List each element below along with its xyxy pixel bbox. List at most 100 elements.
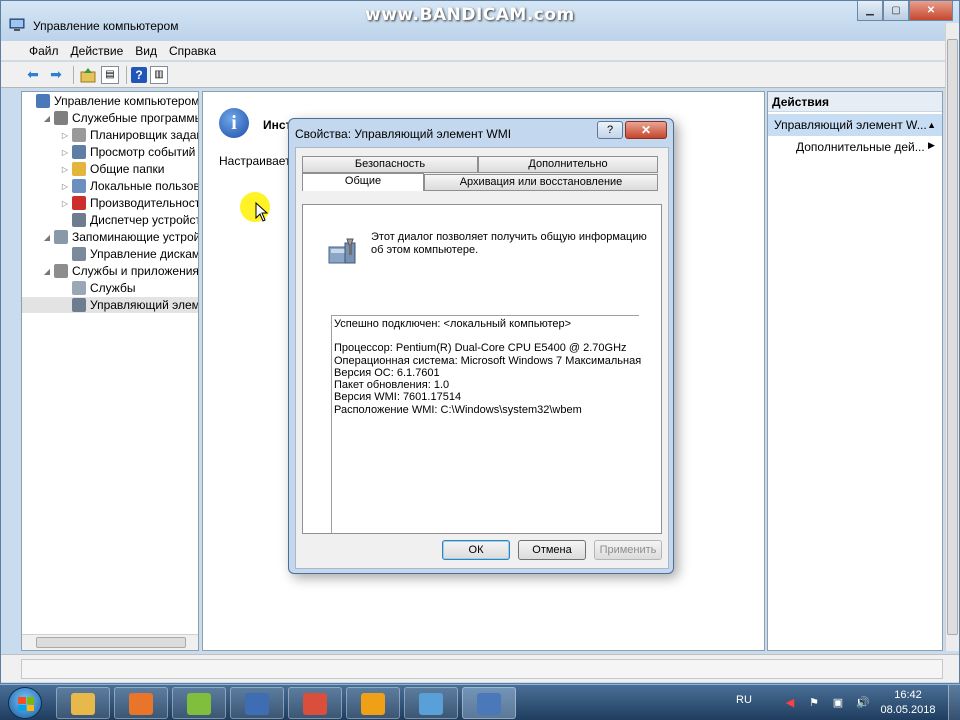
bluestacks-icon <box>187 693 211 715</box>
tree-item[interactable]: Управление компьютером (л <box>22 93 198 109</box>
actions-group-label: Управляющий элемент W... <box>774 118 927 132</box>
menu-action[interactable]: Действие <box>71 44 124 58</box>
mouse-cursor-icon <box>255 202 269 222</box>
help-icon[interactable]: ? <box>131 66 147 83</box>
tree-item[interactable]: ▷ Планировщик заданий <box>22 127 198 143</box>
taskbar-button-media-player[interactable] <box>114 687 168 719</box>
show-hide-action-pane-icon[interactable]: ▥ <box>150 65 168 84</box>
tree-item[interactable]: Управление дисками <box>22 246 198 262</box>
tree-item[interactable]: ▷ Общие папки <box>22 161 164 177</box>
tree-item[interactable]: ▷ Просмотр событий <box>22 144 195 160</box>
tree-item-label: Службы и приложения <box>72 264 199 278</box>
taskbar-button-bluestacks[interactable] <box>172 687 226 719</box>
window-vertical-scrollbar[interactable] <box>945 23 959 651</box>
show-hide-console-tree-icon[interactable]: ▤ <box>101 65 119 84</box>
tree-item[interactable]: ◢ Службы и приложения <box>22 263 199 279</box>
collapse-triangle-icon[interactable]: ▲ <box>927 120 936 130</box>
computer-management-icon <box>36 94 50 108</box>
taskbar-button-app-orange[interactable] <box>346 687 400 719</box>
menu-file[interactable]: Файл <box>29 44 59 58</box>
window-title: Управление компьютером <box>33 19 179 33</box>
submenu-arrow-icon: ▶ <box>928 140 935 150</box>
expand-arrow-icon[interactable]: ▷ <box>60 131 70 140</box>
tree-item[interactable]: ▷ Локальные пользовате <box>22 178 198 194</box>
forward-arrow-icon[interactable]: ➡ <box>46 65 66 85</box>
tab-general[interactable]: Общие <box>302 173 424 191</box>
window-controls: ▁ ▢ ✕ <box>857 1 953 21</box>
info-wmi-location: Расположение WMI: C:\Windows\system32\wb… <box>334 403 582 416</box>
tree-item[interactable]: ▷ Производительность <box>22 195 199 211</box>
bandicam-watermark: www.BANDICAM.com <box>365 5 575 25</box>
expand-arrow-icon[interactable]: ▷ <box>60 148 70 157</box>
maximize-button[interactable]: ▢ <box>883 1 909 21</box>
show-desktop-button[interactable] <box>948 685 960 720</box>
tab-advanced[interactable]: Дополнительно <box>478 156 658 173</box>
dialog-close-button[interactable]: ✕ <box>625 121 667 139</box>
taskbar-button-explorer[interactable] <box>56 687 110 719</box>
tree-item[interactable]: ◢ Запоминающие устройст <box>22 229 198 245</box>
properties-dialog: Свойства: Управляющий элемент WMI ? ✕ Бе… <box>288 118 674 574</box>
up-level-icon[interactable] <box>78 65 98 85</box>
tree-horizontal-scrollbar[interactable] <box>22 634 198 650</box>
expand-arrow-icon[interactable]: ▷ <box>60 199 70 208</box>
clock-time: 16:42 <box>894 689 922 701</box>
performance-icon <box>72 196 86 210</box>
tree-item[interactable]: ◢ Служебные программы <box>22 110 199 126</box>
expand-arrow-icon[interactable]: ◢ <box>42 233 52 242</box>
tree-item-label: Общие папки <box>90 162 165 176</box>
apply-button[interactable]: Применить <box>594 540 662 560</box>
start-button[interactable] <box>8 687 42 719</box>
taskbar-button-control-panel[interactable] <box>404 687 458 719</box>
tree-item-label: Служебные программы <box>72 111 199 125</box>
tree-item-label: Просмотр событий <box>90 145 196 159</box>
action-more-actions[interactable]: Дополнительные дей... <box>796 140 925 154</box>
flag-icon[interactable]: ⚑ <box>808 697 820 709</box>
tab-panel-general: Этот диалог позволяет получить общую инф… <box>302 204 662 534</box>
ok-button[interactable]: ОК <box>442 540 510 560</box>
taskbar-button-network[interactable] <box>230 687 284 719</box>
dialog-help-button[interactable]: ? <box>597 121 623 139</box>
tree-item[interactable]: Службы <box>22 280 135 296</box>
tree-item[interactable]: Управляющий элемен <box>22 297 198 313</box>
language-indicator[interactable]: RU <box>736 694 752 706</box>
menu-help[interactable]: Справка <box>169 44 216 58</box>
wmi-info-box: Успешно подключен: <локальный компьютер>… <box>331 315 641 533</box>
back-arrow-icon[interactable]: ⬅ <box>23 65 43 85</box>
tab-backup-restore[interactable]: Архивация или восстановление <box>424 174 658 191</box>
expand-arrow-icon[interactable]: ◢ <box>42 267 52 276</box>
volume-icon[interactable]: 🔊 <box>856 697 870 709</box>
clock[interactable]: 16:42 08.05.2018 <box>876 688 940 718</box>
scrollbar-thumb[interactable] <box>947 39 958 635</box>
tree-item-label: Управляющий элемен <box>90 298 198 312</box>
status-cell <box>21 659 943 679</box>
console-tree: Управление компьютером (л ◢ Служебные прог… <box>21 91 199 651</box>
dialog-body: Безопасность Дополнительно Общие Архивац… <box>295 147 669 569</box>
tray-window-icon[interactable]: ▣ <box>832 697 844 709</box>
taskbar-button-computer-management[interactable] <box>462 687 516 719</box>
expand-arrow-icon[interactable]: ◢ <box>42 114 52 123</box>
close-button[interactable]: ✕ <box>909 1 953 21</box>
minimize-button[interactable]: ▁ <box>857 1 883 21</box>
info-wmi-version: Версия WMI: 7601.17514 <box>334 391 462 404</box>
device-manager-icon <box>72 213 86 227</box>
tree-item-label: Производительность <box>90 196 199 210</box>
scrollbar-thumb[interactable] <box>36 637 186 648</box>
taskbar: RU ◀ ⚑ ▣ ▮ 🔊 16:42 08.05.2018 <box>0 684 960 720</box>
tree-item[interactable]: Диспетчер устройств <box>22 212 199 228</box>
menu-bar: Файл Действие Вид Справка <box>1 41 959 61</box>
taskbar-button-chrome[interactable] <box>288 687 342 719</box>
tab-security[interactable]: Безопасность <box>302 156 478 173</box>
menu-view[interactable]: Вид <box>135 44 157 58</box>
toolbar: ⬅ ➡ ▤ ? ▥ <box>1 62 959 88</box>
dialog-title: Свойства: Управляющий элемент WMI <box>295 127 512 141</box>
record-icon[interactable]: ◀ <box>784 697 796 709</box>
actions-pane: Действия Управляющий элемент W... ▲ Допо… <box>767 91 943 651</box>
users-icon <box>72 179 86 193</box>
info-connected: Успешно подключен: <локальный компьютер> <box>334 318 572 330</box>
cancel-button[interactable]: Отмена <box>518 540 586 560</box>
tree-item-label: Диспетчер устройств <box>90 213 199 227</box>
info-icon: i <box>219 108 249 138</box>
expand-arrow-icon[interactable]: ▷ <box>60 182 70 191</box>
actions-group-wmi[interactable]: Управляющий элемент W... ▲ <box>768 114 942 136</box>
expand-arrow-icon[interactable]: ▷ <box>60 165 70 174</box>
